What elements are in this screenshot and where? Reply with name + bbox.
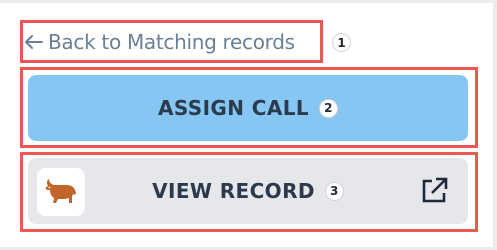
view-record-label: VIEW RECORD (152, 179, 315, 203)
assign-call-button[interactable]: ASSIGN CALL 2 (28, 75, 468, 141)
annotation-badge-1: 1 (332, 33, 351, 52)
frame-top-border (0, 0, 497, 3)
back-link-label: Back to Matching records (48, 29, 295, 54)
assign-call-label: ASSIGN CALL (158, 96, 309, 120)
frame-right-border (493, 0, 497, 250)
arrow-left-icon (24, 34, 46, 50)
annotation-badge-3: 3 (324, 181, 344, 201)
back-to-matching-records-link[interactable]: Back to Matching records (20, 20, 327, 63)
view-record-button[interactable]: VIEW RECORD 3 (28, 158, 468, 224)
external-link-icon[interactable] (420, 177, 448, 205)
annotation-badge-2: 2 (319, 98, 338, 118)
